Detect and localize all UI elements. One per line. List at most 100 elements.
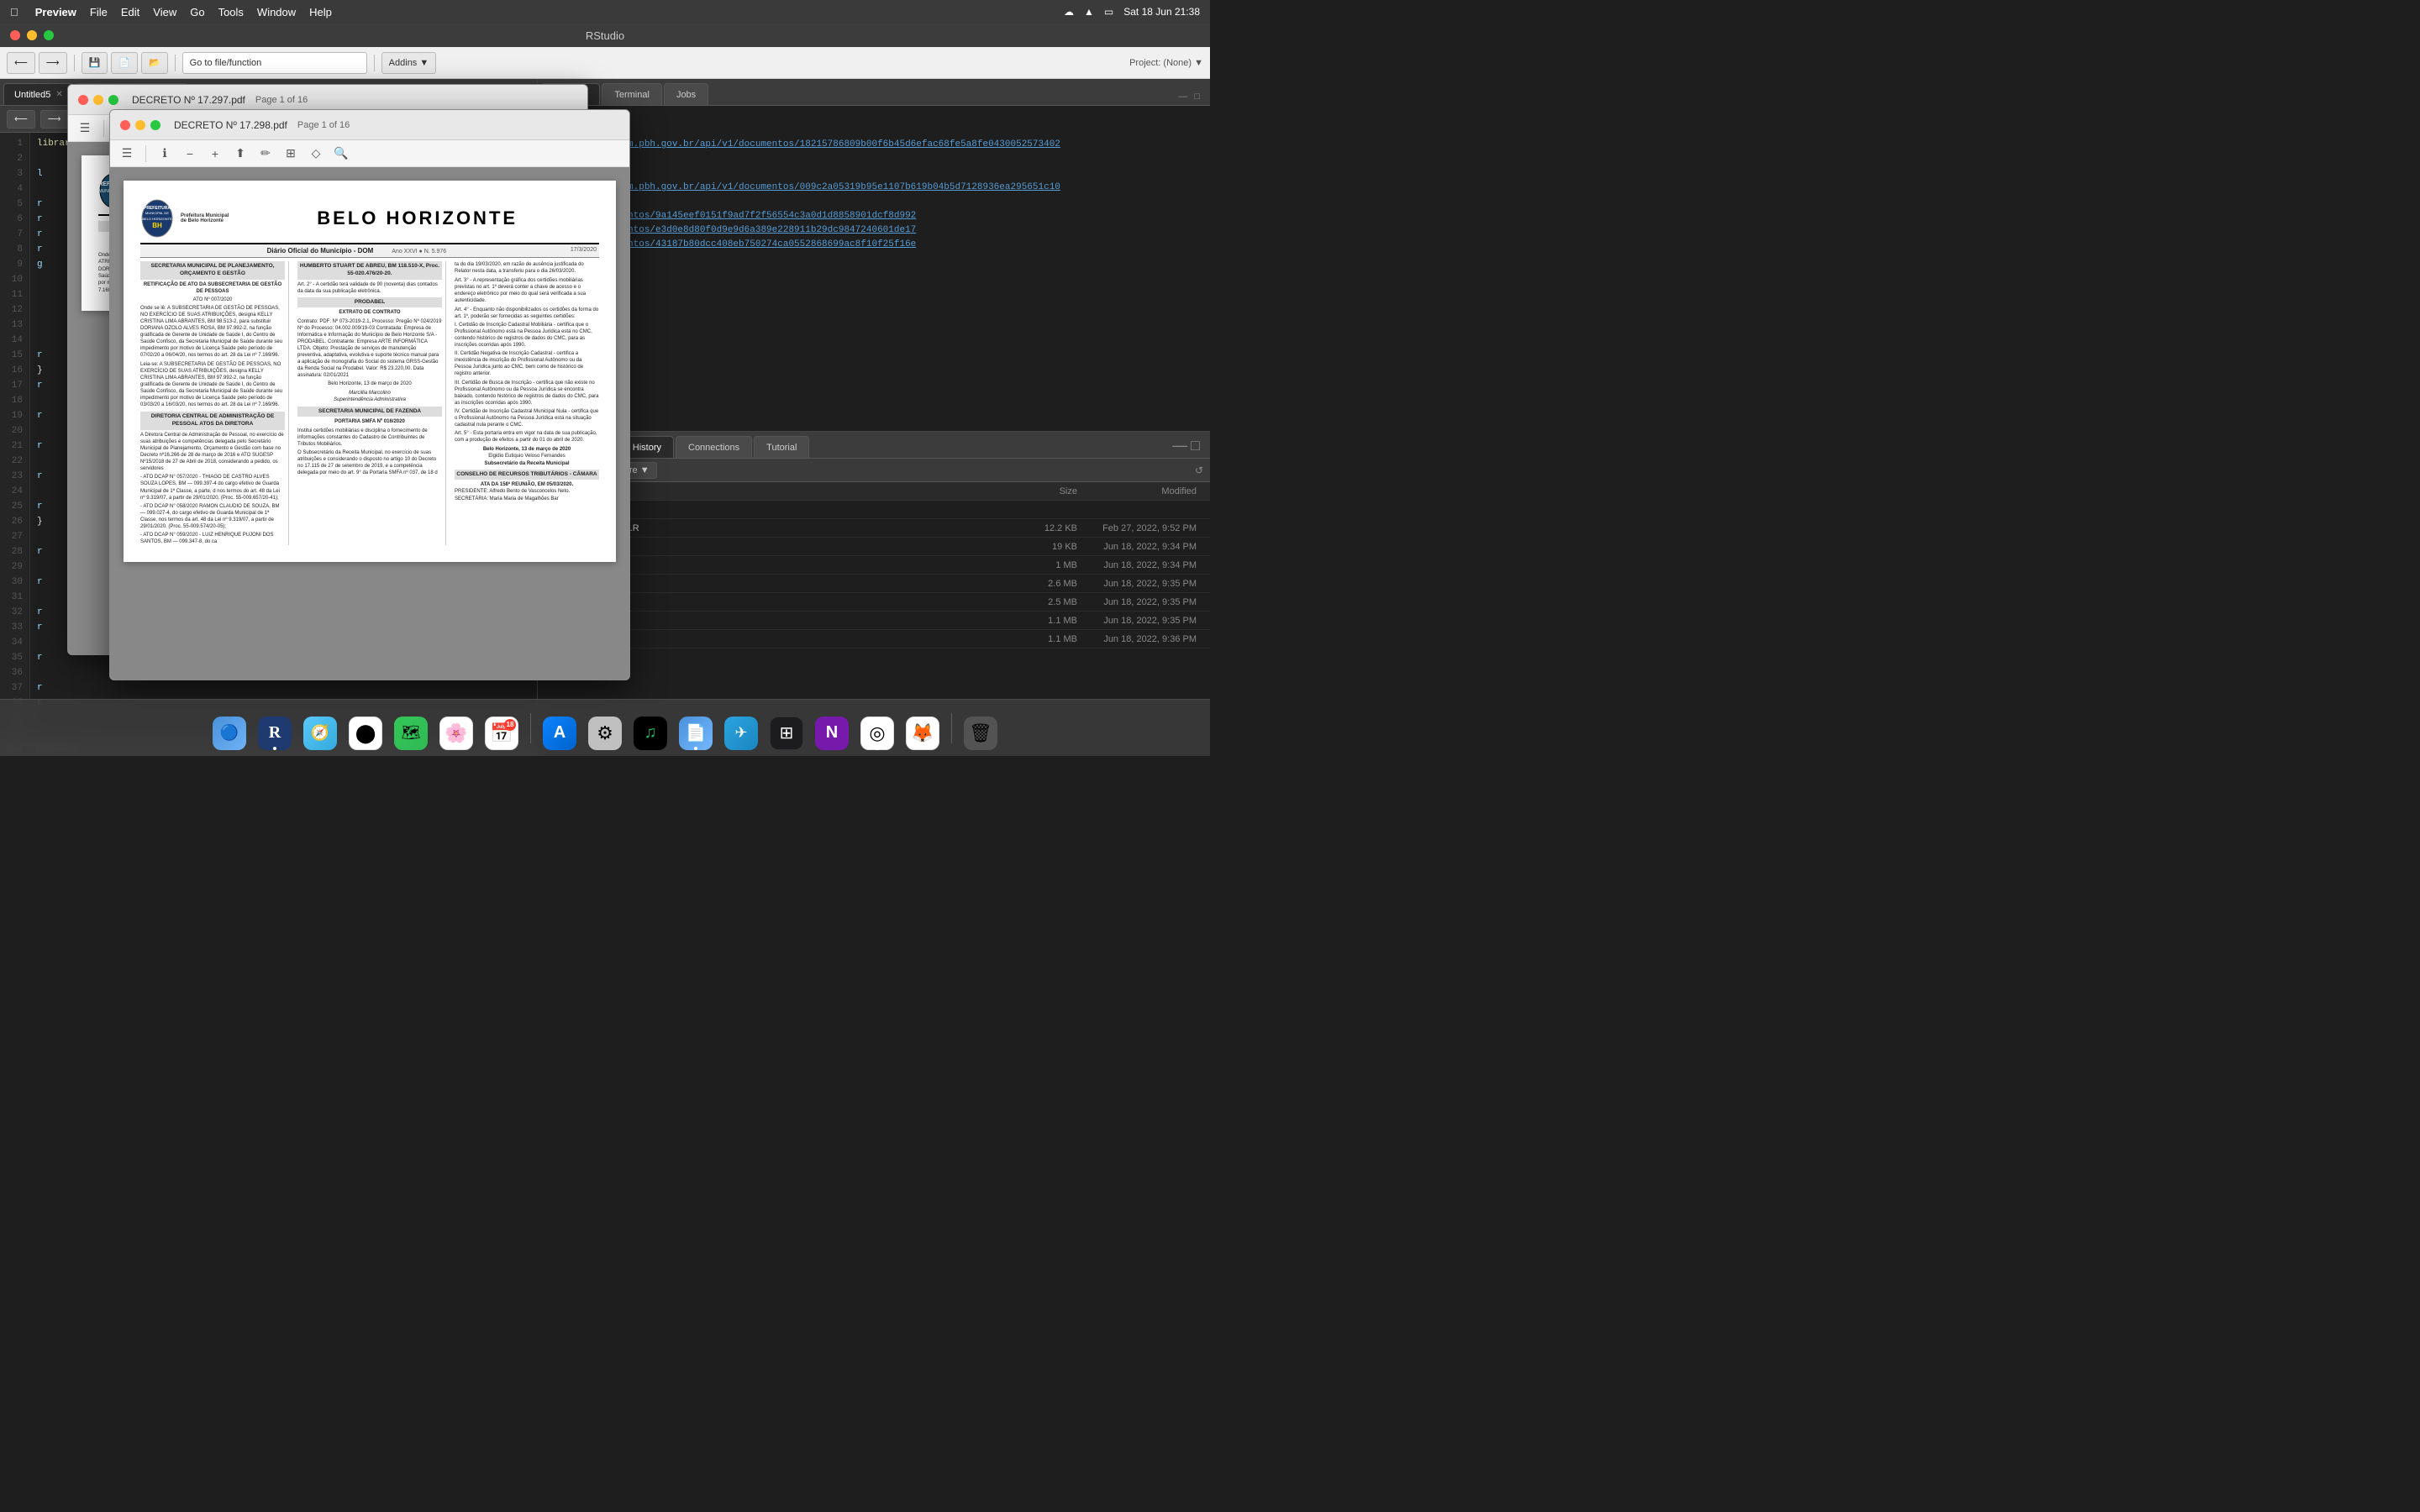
- pdf-front-max-btn[interactable]: [150, 120, 160, 130]
- wifi-icon: ▲: [1084, 6, 1094, 18]
- dock-item-r[interactable]: R: [255, 706, 295, 750]
- pdf-close-btn[interactable]: [78, 95, 88, 105]
- close-tab-untitled5[interactable]: ✕: [55, 90, 62, 99]
- save-button[interactable]: 💾: [82, 52, 108, 74]
- dock-item-appstore[interactable]: A: [539, 706, 580, 750]
- console-tabs: Console Terminal Jobs — □: [538, 79, 1210, 106]
- pdf-front-share-btn[interactable]: ⬆: [230, 144, 250, 164]
- forward-button[interactable]: ⟶: [39, 52, 67, 74]
- list-item[interactable]: 📄 dom_proc.R 2.5 MB Jun 18, 2022, 9:35 P…: [538, 593, 1210, 612]
- list-item[interactable]: 📄 dom_data.R 1 MB Jun 18, 2022, 9:34 PM: [538, 556, 1210, 575]
- editor-forward-btn[interactable]: ⟶: [40, 110, 69, 129]
- list-item[interactable]: 📄 dom_full_proc.R 2.6 MB Jun 18, 2022, 9…: [538, 575, 1210, 593]
- refresh-button[interactable]: ↺: [1195, 465, 1203, 476]
- tab-untitled5[interactable]: Untitled5 ✕: [3, 83, 74, 105]
- addins-button[interactable]: Addins ▼: [381, 52, 437, 74]
- dock-dot-chrome2: [876, 747, 879, 750]
- console-content: R 4.2.0 ~/ ▶ loaded 1.0 MB 'https://api-…: [538, 106, 1210, 431]
- panel-minimize-icon[interactable]: —: [1172, 437, 1187, 454]
- pdf-viewer-front[interactable]: DECRETO Nº 17.298.pdf Page 1 of 16 ☰ ℹ −…: [109, 109, 630, 680]
- pdf-front-close-btn[interactable]: [120, 120, 130, 130]
- console-expand-icon[interactable]: □: [1194, 92, 1200, 102]
- col-modified: Modified: [1077, 486, 1203, 496]
- list-item[interactable]: 📁 ...: [538, 501, 1210, 519]
- dock-item-chrome[interactable]: ⬤: [345, 706, 386, 750]
- file-size: 12.2 KB: [1010, 523, 1077, 533]
- line-numbers: 12345 678910 1112131415 1617181920 21222…: [0, 133, 30, 739]
- pdf-front-zoom-in-btn[interactable]: +: [205, 144, 225, 164]
- menu-go[interactable]: Go: [190, 6, 204, 18]
- pdf-front-info-btn[interactable]: ℹ: [155, 144, 175, 164]
- pdf-front-min-btn[interactable]: [135, 120, 145, 130]
- apple-menu[interactable]: : [10, 6, 18, 18]
- window-title: RStudio: [586, 29, 624, 42]
- app-menu-preview[interactable]: Preview: [35, 6, 76, 18]
- datetime: Sat 18 Jun 21:38: [1123, 6, 1200, 18]
- list-item[interactable]: 📄 dom_scraper.R 1.1 MB Jun 18, 2022, 9:3…: [538, 612, 1210, 630]
- list-item[interactable]: 📄 berammings_opt.R 12.2 KB Feb 27, 2022,…: [538, 519, 1210, 538]
- tab-tutorial[interactable]: Tutorial: [754, 436, 809, 458]
- menu-view[interactable]: View: [153, 6, 176, 18]
- spotify-icon: ♫: [634, 717, 667, 750]
- dock-item-calendar[interactable]: 📅 18: [481, 706, 522, 750]
- pdf-tb-sep: [103, 120, 104, 137]
- pdf-front-zoom-out-btn[interactable]: −: [180, 144, 200, 164]
- minimize-button[interactable]: [27, 30, 37, 40]
- pdf-page-info-front: Page 1 of 16: [297, 120, 350, 130]
- list-item[interactable]: 📄 dom_scraper2.R 1.1 MB Jun 18, 2022, 9:…: [538, 630, 1210, 648]
- maximize-button[interactable]: [44, 30, 54, 40]
- menu-edit[interactable]: Edit: [121, 6, 139, 18]
- chrome2-icon: ◎: [860, 717, 894, 750]
- menu-help[interactable]: Help: [309, 6, 332, 18]
- dock-item-onenote[interactable]: N: [812, 706, 852, 750]
- dock-item-chrome2[interactable]: ◎: [857, 706, 897, 750]
- dock-item-photos[interactable]: 🌸: [436, 706, 476, 750]
- dock-separator-2: [951, 713, 952, 743]
- window-controls: [10, 30, 54, 40]
- menu-file[interactable]: File: [90, 6, 108, 18]
- dock-item-maps[interactable]: 🗺: [391, 706, 431, 750]
- pdf-page-front: PREFEITURA MUNICIPAL DE BELO HORIZONTE B…: [124, 181, 616, 562]
- console-minimize-icon[interactable]: —: [1178, 92, 1187, 102]
- menu-window[interactable]: Window: [257, 6, 296, 18]
- pdf-front-sidebar-btn[interactable]: ☰: [117, 144, 137, 164]
- panel-expand-icon[interactable]: □: [1191, 437, 1200, 454]
- onenote-icon: N: [815, 717, 849, 750]
- new-file-button[interactable]: 📄: [111, 52, 138, 74]
- dock-item-safari[interactable]: 🧭: [300, 706, 340, 750]
- dock-item-spotify[interactable]: ♫: [630, 706, 671, 750]
- r-icon: R: [258, 717, 292, 750]
- editor-back-btn[interactable]: ⟵: [7, 110, 35, 129]
- dock-item-trash[interactable]: 🗑: [960, 706, 1001, 750]
- pdf-front-bookmark-btn[interactable]: ◇: [306, 144, 326, 164]
- pdf-min-btn[interactable]: [93, 95, 103, 105]
- tab-connections[interactable]: Connections: [676, 436, 752, 458]
- back-button[interactable]: ⟵: [7, 52, 35, 74]
- pdf-max-btn[interactable]: [108, 95, 118, 105]
- pdf-front-search-btn[interactable]: 🔍: [331, 144, 351, 164]
- pdf-front-annotate-btn[interactable]: ✏: [255, 144, 276, 164]
- go-to-file-label: Go to file/function: [190, 58, 262, 68]
- dock-item-telegram[interactable]: ✈: [721, 706, 761, 750]
- menu-tools[interactable]: Tools: [218, 6, 244, 18]
- toolbar-sep-2: [175, 55, 176, 71]
- project-label[interactable]: Project: (None) ▼: [1129, 58, 1203, 68]
- dock-item-firefox[interactable]: 🦊: [902, 706, 943, 750]
- pdf-front-copy-btn[interactable]: ⊞: [281, 144, 301, 164]
- toolbar-sep-3: [374, 55, 375, 71]
- pdf-window-controls-front: [120, 120, 160, 130]
- go-to-file[interactable]: Go to file/function: [182, 52, 367, 74]
- dock-item-sysprefs[interactable]: ⚙: [585, 706, 625, 750]
- pdf-sidebar-btn[interactable]: ☰: [75, 118, 95, 139]
- tab-jobs[interactable]: Jobs: [664, 83, 708, 105]
- open-file-button[interactable]: 📂: [141, 52, 168, 74]
- tab-terminal[interactable]: Terminal: [602, 83, 662, 105]
- list-item[interactable]: 📄 berams.R 19 KB Jun 18, 2022, 9:34 PM: [538, 538, 1210, 556]
- dock-item-calculator[interactable]: ⊞: [766, 706, 807, 750]
- svg-text:MUNICIPAL DE: MUNICIPAL DE: [145, 211, 169, 215]
- addins-label: Addins ▼: [389, 58, 429, 68]
- close-button[interactable]: [10, 30, 20, 40]
- dock-item-preview[interactable]: 📄: [676, 706, 716, 750]
- dock-item-finder[interactable]: 🔵: [209, 706, 250, 750]
- right-panel: Console Terminal Jobs — □ R 4.2.0 ~/ ▶: [538, 79, 1210, 756]
